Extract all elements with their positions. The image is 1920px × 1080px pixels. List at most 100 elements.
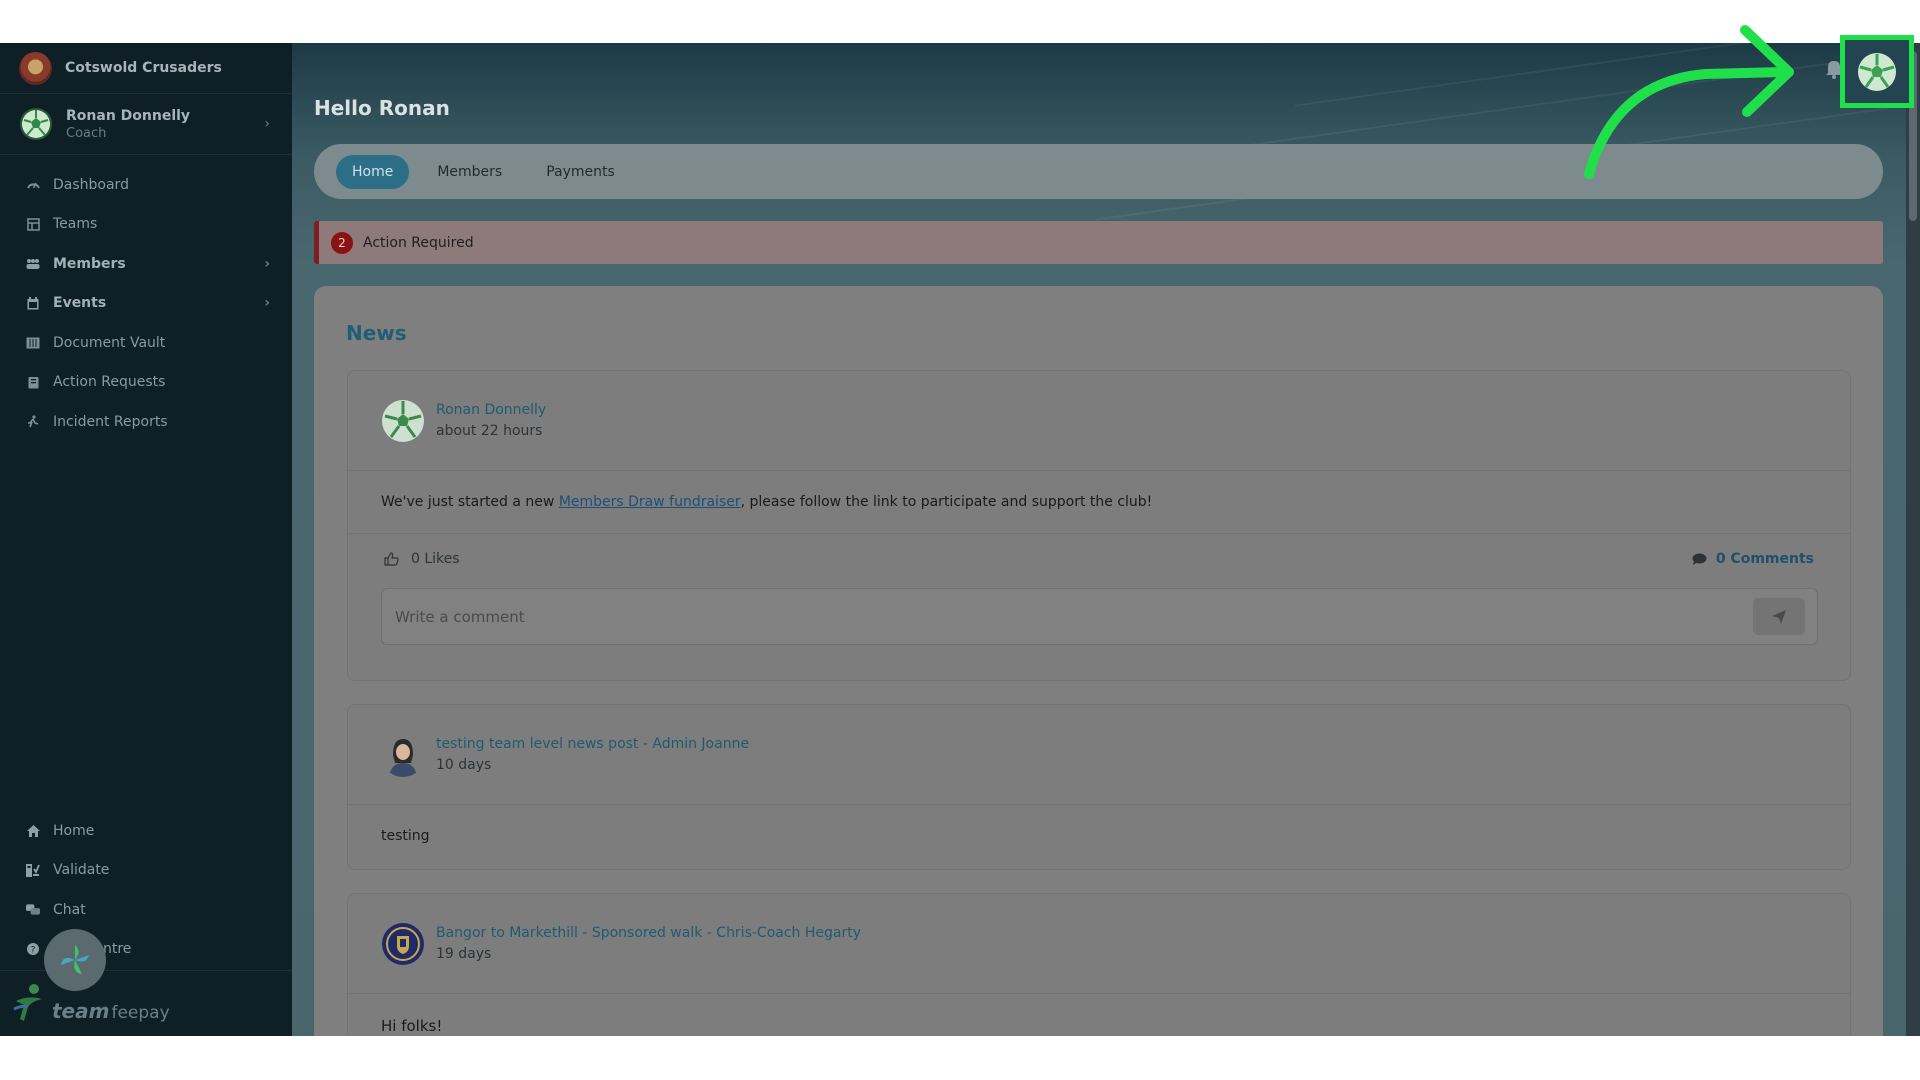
sidebar-item-label: Action Requests [53,374,166,391]
thumbs-up-icon [384,552,399,566]
teams-icon [26,217,40,231]
news-post: Ronan Donnelly about 22 hours We've just… [347,370,1851,681]
post-author-link[interactable]: Ronan Donnelly [436,402,546,418]
post-timestamp: 10 days [436,757,492,773]
sidebar-item-label: Validate [53,862,110,879]
sidebar-item-label: ntre [103,941,132,958]
club-name: Cotswold Crusaders [65,60,222,76]
post-author-link[interactable]: testing team level news post - Admin Joa… [436,736,749,752]
profile-avatar-button[interactable] [1840,35,1914,108]
post-timestamp: about 22 hours [436,423,543,439]
page-title: Hello Ronan [314,96,450,120]
sidebar-item-label: Chat [53,901,86,918]
post-actions: 0 Likes 0 Comments [348,534,1850,584]
chat-icon [26,903,40,917]
news-post: testing team level news post - Admin Joa… [347,704,1851,870]
page-scrollbar[interactable] [1906,43,1920,1036]
teamfeepay-mark-icon [13,984,42,1021]
sidebar-item-action-requests[interactable]: Action Requests [0,363,292,403]
send-comment-button[interactable] [1753,598,1805,635]
sidebar-item-label: Home [53,822,95,839]
post-body: testing [381,828,430,844]
validate-icon [26,863,40,877]
sidebar-nav: Dashboard Teams Members › Events › Docum… [0,155,292,442]
clipboard-icon [26,375,40,389]
svg-text:?: ? [31,946,36,956]
post-header: Bangor to Markethill - Sponsored walk - … [348,894,1850,994]
tab-members[interactable]: Members [421,155,518,189]
post-text: We've just started a new [381,494,559,510]
teamfeepay-logo: team feepay [12,983,170,1023]
alert-text: Action Required [363,234,474,251]
comment-input[interactable] [395,607,1695,626]
send-icon [1772,609,1786,624]
app-frame: Cotswold Crusaders Ronan Donnelly Coach … [0,43,1920,1036]
news-panel: News Ronan Donnelly about 22 hours We've [314,286,1883,1036]
comment-icon [1692,553,1707,565]
post-body: Hi folks! [381,1017,443,1035]
comments-link[interactable]: 0 Comments [1692,551,1814,567]
news-heading: News [346,321,407,345]
sidebar-item-label: Events [53,295,107,312]
action-required-alert[interactable]: 2 Action Required [314,221,1883,264]
sidebar: Cotswold Crusaders Ronan Donnelly Coach … [0,43,292,1036]
user-role: Coach [66,125,107,141]
sidebar-item-label: Incident Reports [53,413,168,430]
post-author-link[interactable]: Bangor to Markethill - Sponsored walk - … [436,925,861,941]
club-badge-avatar-icon [382,922,424,965]
comment-field [381,588,1818,645]
calendar-icon [26,296,40,310]
woman-avatar-icon [382,733,424,777]
tab-home[interactable]: Home [336,154,410,189]
brand-feepay-text: feepay [111,1003,170,1023]
sidebar-item-chat[interactable]: Chat [0,890,292,930]
sidebar-item-label: Document Vault [53,334,166,351]
club-switcher[interactable]: Cotswold Crusaders [0,43,292,94]
chevron-right-icon: › [264,295,270,312]
sidebar-item-teams[interactable]: Teams [0,205,292,245]
sidebar-bottom-nav: Home Validate Chat ? ntre [0,811,292,969]
football-avatar-icon [1858,52,1896,91]
dashboard-icon [26,178,40,192]
annotation-arrow-icon [1584,25,1794,179]
sidebar-item-dashboard[interactable]: Dashboard [0,165,292,205]
sidebar-item-incident-reports[interactable]: Incident Reports [0,402,292,442]
football-avatar-icon [20,108,52,140]
club-crest-icon [19,51,52,85]
tab-payments[interactable]: Payments [530,155,631,189]
post-header: Ronan Donnelly about 22 hours [348,371,1850,471]
user-name: Ronan Donnelly [66,107,191,124]
post-timestamp: 19 days [436,946,492,962]
help-icon: ? [26,942,40,956]
main-content: Hello Ronan Home Members Payments 2 Acti… [292,43,1920,1036]
user-profile-menu[interactable]: Ronan Donnelly Coach › [0,94,292,155]
vault-icon [26,336,40,350]
brand-team-text: team [52,999,110,1023]
chevron-right-icon: › [264,116,270,132]
sidebar-item-document-vault[interactable]: Document Vault [0,323,292,363]
post-header: testing team level news post - Admin Joa… [348,705,1850,805]
alert-count-badge: 2 [331,231,353,254]
sidebar-item-members[interactable]: Members › [0,244,292,284]
like-button[interactable]: 0 Likes [384,551,460,567]
news-post: Bangor to Markethill - Sponsored walk - … [347,893,1851,1036]
likes-count: 0 Likes [411,551,460,567]
football-avatar-icon [382,399,424,442]
sidebar-item-label: Teams [53,216,98,233]
sidebar-item-validate[interactable]: Validate [0,851,292,891]
comments-count: 0 Comments [1715,551,1814,567]
sidebar-item-label: Members [53,255,126,272]
members-icon [26,257,40,271]
post-text: , please follow the link to participate … [740,494,1153,510]
teamfeepay-logo-icon [61,945,89,974]
sidebar-item-events[interactable]: Events › [0,284,292,324]
members-draw-link[interactable]: Members Draw fundraiser [559,494,741,510]
sidebar-divider [0,970,292,971]
sidebar-item-label: Dashboard [53,176,129,193]
incident-icon [26,415,40,429]
sidebar-item-home[interactable]: Home [0,811,292,851]
post-body: We've just started a new Members Draw fu… [348,471,1850,534]
chevron-right-icon: › [264,255,270,272]
support-chat-button[interactable] [44,929,106,991]
home-icon [26,824,40,838]
